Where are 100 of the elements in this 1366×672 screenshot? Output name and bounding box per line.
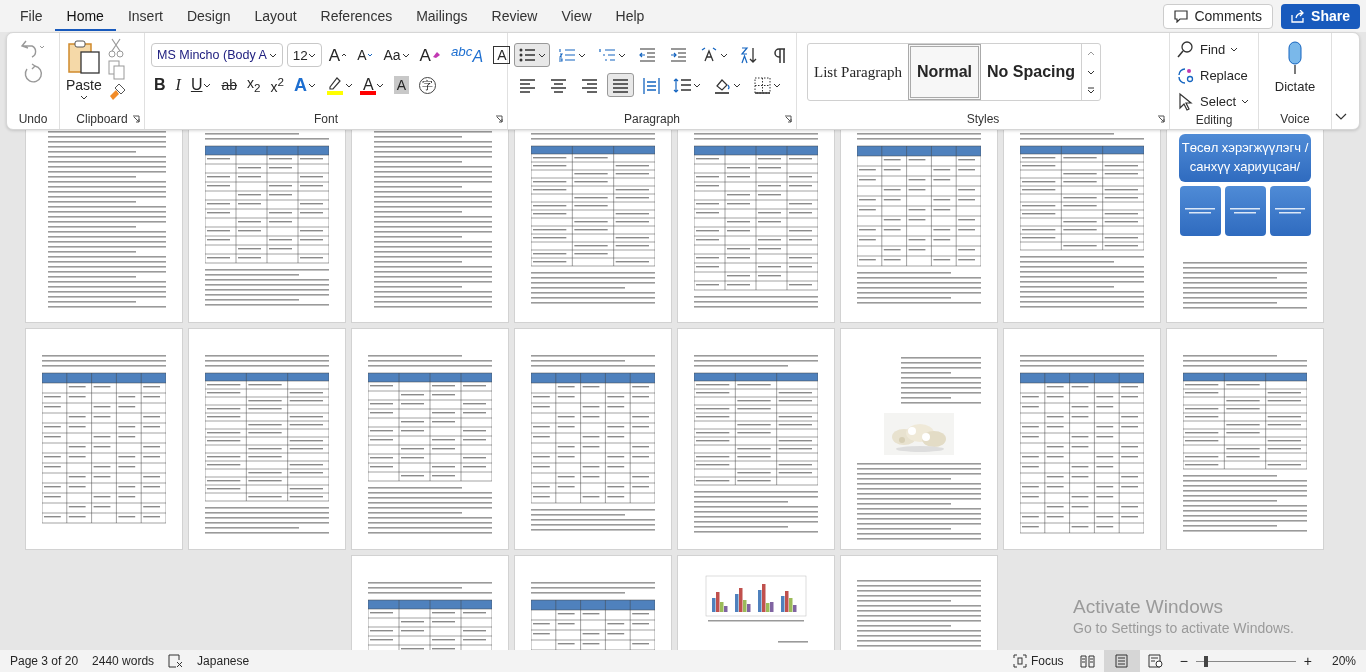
zoom-slider-thumb[interactable]: [1203, 655, 1208, 667]
document-page[interactable]: [1167, 329, 1323, 549]
comments-button[interactable]: Comments: [1163, 3, 1274, 29]
font-format-button[interactable]: x$^{2}$: [267, 73, 287, 97]
search-icon: [1176, 39, 1195, 59]
language-status[interactable]: Japanese: [197, 654, 250, 668]
group-label: Undo: [18, 112, 48, 128]
word-count[interactable]: 2440 words: [92, 654, 155, 668]
document-page[interactable]: [515, 329, 671, 549]
pointer-icon: [1176, 91, 1195, 111]
text-lines-drawing: [1185, 206, 1215, 215]
dictate-button[interactable]: Dictate: [1274, 37, 1316, 112]
zoom-out-button[interactable]: −: [1179, 653, 1188, 669]
view-mode-button[interactable]: [1103, 650, 1140, 672]
menu-tab[interactable]: Home: [54, 1, 116, 31]
group-label: Paragraph: [623, 112, 680, 128]
font-format-button[interactable]: U: [187, 73, 215, 97]
cut-button[interactable]: [107, 37, 124, 59]
zoom-level[interactable]: 20%: [1326, 654, 1356, 668]
group-label: Clipboard: [76, 112, 128, 128]
font-format-button[interactable]: A: [354, 43, 377, 67]
focus-icon: [1012, 654, 1027, 668]
menu-tab[interactable]: File: [8, 1, 55, 31]
group-label: Styles: [966, 112, 1000, 128]
indent-icon: [669, 45, 688, 65]
format-painter-button[interactable]: [107, 81, 126, 103]
book-icon: [1080, 654, 1096, 668]
chevron-down-icon: [308, 82, 316, 88]
font-format-button[interactable]: ab: [218, 73, 241, 97]
font-format-button[interactable]: A: [416, 43, 444, 67]
group-label: Voice: [1280, 112, 1310, 128]
paste-button[interactable]: Paste: [66, 37, 102, 112]
menu-tab[interactable]: Help: [603, 1, 657, 31]
caret-down-icon: [367, 53, 374, 57]
chevron-down-icon: [268, 52, 277, 58]
menu-tab[interactable]: Mailings: [404, 1, 480, 31]
font-format-button[interactable]: A: [360, 73, 387, 97]
menu-tab[interactable]: Review: [479, 1, 550, 31]
chevron-down-icon: [720, 52, 728, 58]
font-format-button[interactable]: A: [325, 43, 351, 67]
editing-button[interactable]: Find: [1176, 37, 1239, 61]
style-item[interactable]: List Paragraph: [808, 44, 908, 100]
menu-tab[interactable]: Layout: [242, 1, 309, 31]
dialog-launcher-icon: [132, 115, 140, 123]
activation-hint: Go to Settings to activate Windows.: [1073, 620, 1294, 636]
proofing-icon[interactable]: [168, 654, 184, 668]
dialog-launcher-icon: [495, 115, 503, 123]
document-page[interactable]: [841, 329, 997, 549]
globe-page-icon: [1148, 654, 1164, 668]
font-format-button[interactable]: $^{abc}$A: [447, 43, 487, 67]
share-button[interactable]: Share: [1281, 3, 1360, 29]
caret-up-icon: [341, 53, 348, 57]
font-format-button[interactable]: Aa: [380, 43, 413, 67]
page-count[interactable]: Page 3 of 20: [10, 654, 79, 668]
font-format-button[interactable]: A: [291, 73, 319, 97]
dialog-launcher-icon: [784, 115, 792, 123]
font-format-button[interactable]: B: [151, 73, 169, 97]
paragraph-format-button[interactable]: [607, 73, 634, 97]
document-page[interactable]: [678, 329, 834, 549]
expand-icon: [1087, 87, 1096, 95]
paragraph-format-button[interactable]: [514, 43, 550, 67]
style-item[interactable]: No Spacing: [981, 44, 1082, 100]
menu-tab[interactable]: Design: [174, 1, 243, 31]
page-icon: [1114, 654, 1130, 668]
document-page[interactable]: [26, 329, 182, 549]
document-page[interactable]: [352, 329, 508, 549]
org-chart-box: Төсөл хэрэгжүүлэгч /санхүү хариуцсан/: [1179, 134, 1311, 182]
text-lines-drawing: [1230, 206, 1260, 215]
editing-button[interactable]: Replace: [1176, 63, 1248, 87]
document-page[interactable]: [189, 329, 345, 549]
menu-tab[interactable]: References: [308, 1, 405, 31]
menu-tab[interactable]: View: [549, 1, 604, 31]
style-item[interactable]: Normal: [907, 44, 981, 100]
focus-button[interactable]: Focus: [1012, 654, 1064, 668]
group-label: Font: [314, 112, 338, 128]
borders-icon: [753, 75, 772, 95]
chevron-down-icon: [733, 82, 741, 88]
chevron-down-icon: [375, 82, 384, 88]
editing-button[interactable]: Select: [1176, 89, 1250, 113]
chevron-down-icon: [401, 52, 410, 58]
chevron-down-icon: [578, 52, 586, 58]
paintbrush-icon: [107, 83, 126, 101]
text-lines-drawing: [1275, 206, 1305, 215]
share-icon: [1291, 9, 1306, 23]
comment-icon: [1174, 9, 1189, 23]
group-label: Editing: [1195, 113, 1233, 129]
font-name-field[interactable]: MS Mincho (Body A: [151, 43, 283, 67]
font-size-field[interactable]: 12: [286, 43, 322, 67]
chevron-down-icon: [693, 82, 701, 88]
chevron-down-icon: [79, 95, 88, 100]
document-page[interactable]: [1004, 329, 1160, 549]
redo-button[interactable]: [23, 63, 43, 85]
chevron-up-icon: [1087, 50, 1096, 56]
chevron-down-icon: [773, 82, 781, 88]
zoom-in-button[interactable]: +: [1303, 653, 1312, 669]
menu-tab[interactable]: Insert: [115, 1, 175, 31]
redo-icon: [23, 63, 43, 85]
font-format-button[interactable]: I: [172, 73, 184, 97]
font-format-button[interactable]: x$_{2}$: [244, 73, 264, 97]
sort-icon: [740, 45, 759, 65]
